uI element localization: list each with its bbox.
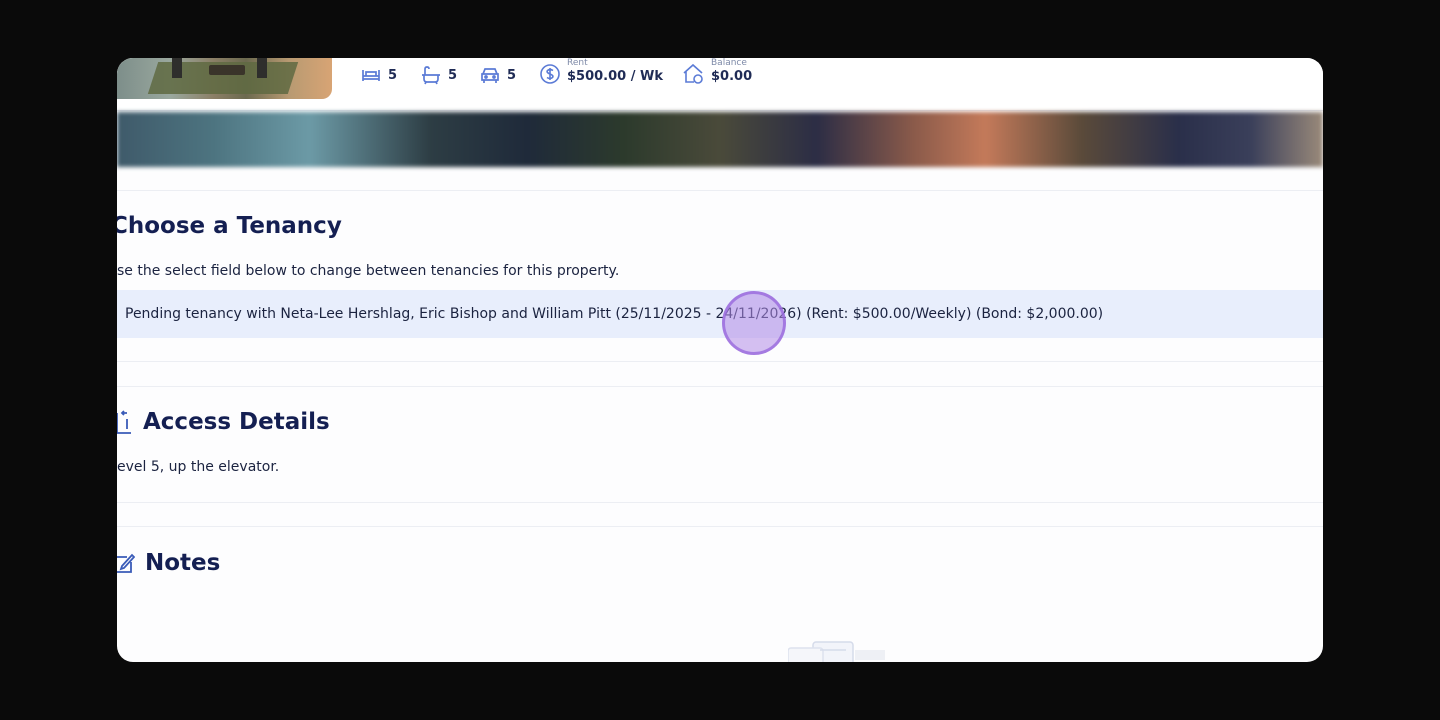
divider — [117, 361, 1323, 362]
tenancy-select[interactable]: Pending tenancy with Neta-Lee Hershlag, … — [117, 290, 1323, 338]
dollar-icon — [540, 64, 560, 84]
tenancy-selected-option: Pending tenancy with Neta-Lee Hershlag, … — [125, 306, 1104, 322]
parking-stat: 5 — [479, 61, 516, 89]
balance-label: Balance — [711, 58, 747, 68]
app-window: 5 5 5 Rent $500.00 / Wk Balance $0.00 Ch… — [117, 58, 1323, 662]
bed-icon — [362, 70, 380, 81]
access-section-title: Access Details — [117, 409, 330, 435]
bedrooms-count: 5 — [388, 67, 398, 83]
bedrooms-stat: 5 — [360, 61, 397, 89]
notes-section-title: Notes — [117, 550, 220, 576]
click-cursor-indicator — [722, 291, 786, 355]
divider — [117, 526, 1323, 527]
rent-value: $500.00 / Wk — [567, 69, 663, 84]
tenancy-section-title: Choose a Tenancy — [117, 213, 342, 239]
parking-count: 5 — [507, 67, 517, 83]
bath-icon — [422, 66, 440, 85]
balance-value: $0.00 — [711, 69, 753, 84]
rent-label: Rent — [567, 58, 588, 68]
access-title: Access Details — [143, 409, 330, 435]
empty-notes-illustration-icon — [788, 641, 885, 662]
tenancy-description: se the select field below to change betw… — [117, 263, 620, 279]
property-photo[interactable] — [117, 58, 332, 99]
notes-title: Notes — [145, 550, 221, 576]
access-icon — [117, 410, 131, 434]
pencil-icon — [117, 553, 135, 573]
property-summary-bar: 5 5 5 Rent $500.00 / Wk Balance $0.00 — [117, 58, 1323, 111]
blurred-banner-image — [117, 112, 1323, 167]
tenancy-title: Choose a Tenancy — [117, 213, 342, 239]
house-balance-icon — [683, 63, 703, 84]
car-icon — [481, 68, 499, 83]
divider — [117, 386, 1323, 387]
bathrooms-count: 5 — [448, 67, 458, 83]
rent-stat: Rent $500.00 / Wk — [539, 58, 663, 86]
divider — [117, 190, 1323, 191]
divider — [117, 502, 1323, 503]
bathrooms-stat: 5 — [420, 61, 457, 89]
balance-stat: Balance $0.00 — [681, 58, 752, 86]
access-text: evel 5, up the elevator. — [117, 459, 280, 475]
